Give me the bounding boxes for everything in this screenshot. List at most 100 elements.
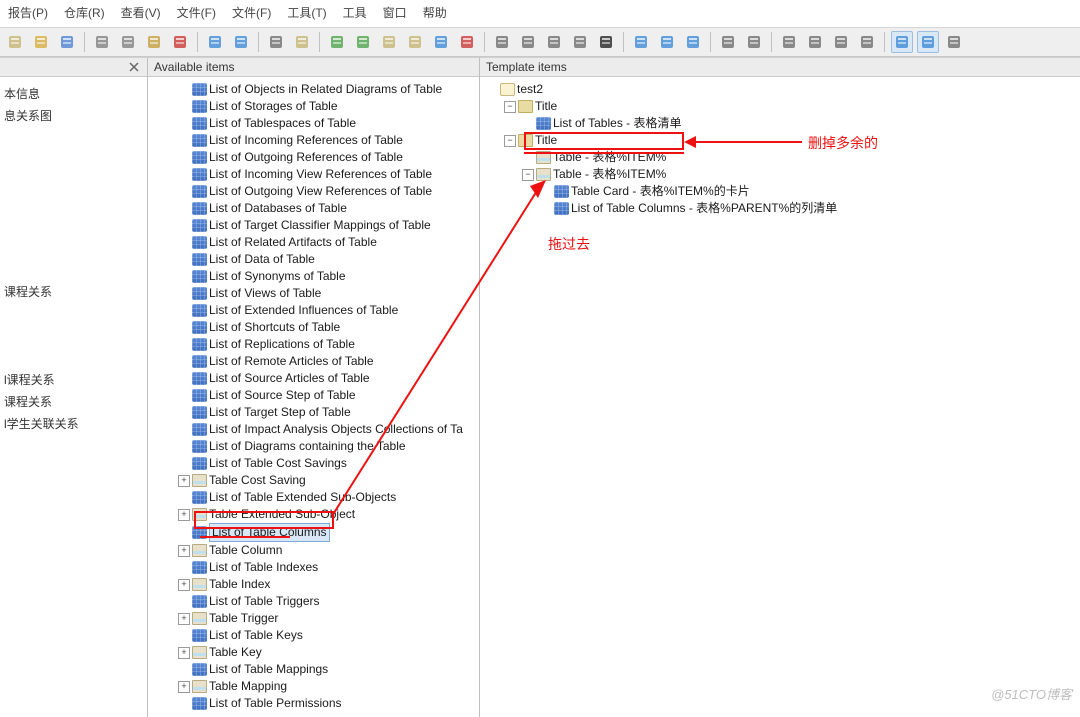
expand-icon[interactable]: + bbox=[178, 579, 190, 591]
collapse-icon[interactable]: − bbox=[504, 135, 516, 147]
tree-item[interactable]: List of Table Columns - 表格%PARENT%的列清单 bbox=[486, 200, 1078, 217]
collapse-icon[interactable]: − bbox=[522, 169, 534, 181]
arrow-right-button[interactable] bbox=[656, 31, 678, 53]
menu-item[interactable]: 文件(F) bbox=[230, 2, 273, 23]
tree-item[interactable]: −Title bbox=[486, 98, 1078, 115]
zoom-fit-button[interactable] bbox=[265, 31, 287, 53]
tree-item[interactable]: List of Diagrams containing the Table bbox=[178, 438, 477, 455]
tree-item[interactable]: List of Related Artifacts of Table bbox=[178, 234, 477, 251]
wrap-4-button[interactable] bbox=[856, 31, 878, 53]
new-button[interactable] bbox=[4, 31, 26, 53]
panel-b-button[interactable] bbox=[917, 31, 939, 53]
find-button[interactable] bbox=[491, 31, 513, 53]
tree-item[interactable]: List of Table Keys bbox=[178, 627, 477, 644]
menu-item[interactable]: 帮助 bbox=[421, 2, 449, 23]
panel-list-button[interactable] bbox=[943, 31, 965, 53]
tree-item[interactable]: List of Storages of Table bbox=[178, 98, 477, 115]
tree-item[interactable]: List of Extended Influences of Table bbox=[178, 302, 477, 319]
tree-item[interactable]: List of Views of Table bbox=[178, 285, 477, 302]
tree-item[interactable]: +Table Mapping bbox=[178, 678, 477, 695]
tree-item[interactable]: List of Table Indexes bbox=[178, 559, 477, 576]
tree-item[interactable]: List of Tables - 表格清单 bbox=[486, 115, 1078, 132]
tree-item[interactable]: List of Target Step of Table bbox=[178, 404, 477, 421]
paste-button[interactable] bbox=[143, 31, 165, 53]
print-button[interactable] bbox=[517, 31, 539, 53]
sidebar-item[interactable]: 课程关系 bbox=[4, 391, 145, 413]
tree-item[interactable]: List of Remote Articles of Table bbox=[178, 353, 477, 370]
tree-item[interactable]: List of Replications of Table bbox=[178, 336, 477, 353]
book-button[interactable] bbox=[291, 31, 313, 53]
template-items-body[interactable]: test2−TitleList of Tables - 表格清单−TitleTa… bbox=[480, 77, 1080, 717]
tree-item[interactable]: List of Objects in Related Diagrams of T… bbox=[178, 81, 477, 98]
tree-item[interactable]: List of Outgoing View References of Tabl… bbox=[178, 183, 477, 200]
tree-item[interactable]: Table Card - 表格%ITEM%的卡片 bbox=[486, 183, 1078, 200]
expand-icon[interactable]: + bbox=[178, 545, 190, 557]
expand-icon[interactable]: + bbox=[178, 613, 190, 625]
expand-icon[interactable]: + bbox=[178, 509, 190, 521]
tree-item[interactable]: List of Impact Analysis Objects Collecti… bbox=[178, 421, 477, 438]
tree-item[interactable]: List of Table Mappings bbox=[178, 661, 477, 678]
tree-item[interactable]: List of Table Extended Sub-Objects bbox=[178, 489, 477, 506]
menu-item[interactable]: 窗口 bbox=[381, 2, 409, 23]
tree-item[interactable]: List of Table Columns bbox=[178, 523, 477, 542]
tree-item[interactable]: −Title bbox=[486, 132, 1078, 149]
file-new-button[interactable] bbox=[378, 31, 400, 53]
menu-item[interactable]: 文件(F) bbox=[175, 2, 218, 23]
export-pdf-button[interactable] bbox=[456, 31, 478, 53]
tree-item[interactable]: +Table Key bbox=[178, 644, 477, 661]
sidebar-item[interactable]: l课程关系 bbox=[4, 369, 145, 391]
tree-item[interactable]: List of Target Classifier Mappings of Ta… bbox=[178, 217, 477, 234]
tree-item[interactable]: List of Tablespaces of Table bbox=[178, 115, 477, 132]
tree-item[interactable]: +Table Column bbox=[178, 542, 477, 559]
tree-item[interactable]: +Table Cost Saving bbox=[178, 472, 477, 489]
tree-item[interactable]: List of Databases of Table bbox=[178, 200, 477, 217]
arrow-left-button[interactable] bbox=[630, 31, 652, 53]
redo-button[interactable] bbox=[230, 31, 252, 53]
copy-button[interactable] bbox=[117, 31, 139, 53]
tree-item[interactable]: List of Source Step of Table bbox=[178, 387, 477, 404]
delete-button[interactable] bbox=[169, 31, 191, 53]
sidebar-item[interactable]: 息关系图 bbox=[4, 105, 145, 127]
tree-item[interactable]: List of Outgoing References of Table bbox=[178, 149, 477, 166]
export-button[interactable] bbox=[430, 31, 452, 53]
tree-item[interactable]: +Reference bbox=[178, 712, 477, 713]
tree-item[interactable]: List of Table Triggers bbox=[178, 593, 477, 610]
panel-a-button[interactable] bbox=[891, 31, 913, 53]
close-icon[interactable] bbox=[127, 60, 141, 74]
tree-item[interactable]: List of Incoming View References of Tabl… bbox=[178, 166, 477, 183]
menu-item[interactable]: 工具 bbox=[341, 2, 369, 23]
undo-button[interactable] bbox=[204, 31, 226, 53]
tree-item[interactable]: +Table Index bbox=[178, 576, 477, 593]
wrap-2-button[interactable] bbox=[804, 31, 826, 53]
file-open-button[interactable] bbox=[404, 31, 426, 53]
sidebar-item[interactable]: 课程关系 bbox=[4, 281, 145, 303]
tree-item[interactable]: List of Table Permissions bbox=[178, 695, 477, 712]
save-button[interactable] bbox=[56, 31, 78, 53]
wrap-button[interactable] bbox=[778, 31, 800, 53]
tree-item[interactable]: test2 bbox=[486, 81, 1078, 98]
expand-icon[interactable]: + bbox=[178, 475, 190, 487]
layout-button[interactable] bbox=[543, 31, 565, 53]
refresh-blue-button[interactable] bbox=[682, 31, 704, 53]
open-button[interactable] bbox=[30, 31, 52, 53]
tree-item[interactable]: List of Shortcuts of Table bbox=[178, 319, 477, 336]
expand-icon[interactable]: + bbox=[178, 647, 190, 659]
sidebar-item[interactable]: 本信息 bbox=[4, 83, 145, 105]
tree-expand-button[interactable] bbox=[717, 31, 739, 53]
collapse-icon[interactable]: − bbox=[504, 101, 516, 113]
grid-button[interactable] bbox=[569, 31, 591, 53]
tree-item[interactable]: +Table Extended Sub-Object bbox=[178, 506, 477, 523]
menu-item[interactable]: 工具(T) bbox=[285, 2, 328, 23]
sidebar-item[interactable]: l学生关联关系 bbox=[4, 413, 145, 435]
menu-item[interactable]: 仓库(R) bbox=[62, 2, 107, 23]
cut-button[interactable] bbox=[91, 31, 113, 53]
wrap-3-button[interactable] bbox=[830, 31, 852, 53]
menu-item[interactable]: 查看(V) bbox=[119, 2, 163, 23]
refresh-button[interactable] bbox=[352, 31, 374, 53]
expand-icon[interactable]: + bbox=[178, 681, 190, 693]
tree-item[interactable]: List of Source Articles of Table bbox=[178, 370, 477, 387]
tree-item[interactable]: List of Data of Table bbox=[178, 251, 477, 268]
available-items-body[interactable]: List of Objects in Related Diagrams of T… bbox=[148, 77, 479, 713]
tree-item[interactable]: List of Incoming References of Table bbox=[178, 132, 477, 149]
text-button[interactable] bbox=[595, 31, 617, 53]
